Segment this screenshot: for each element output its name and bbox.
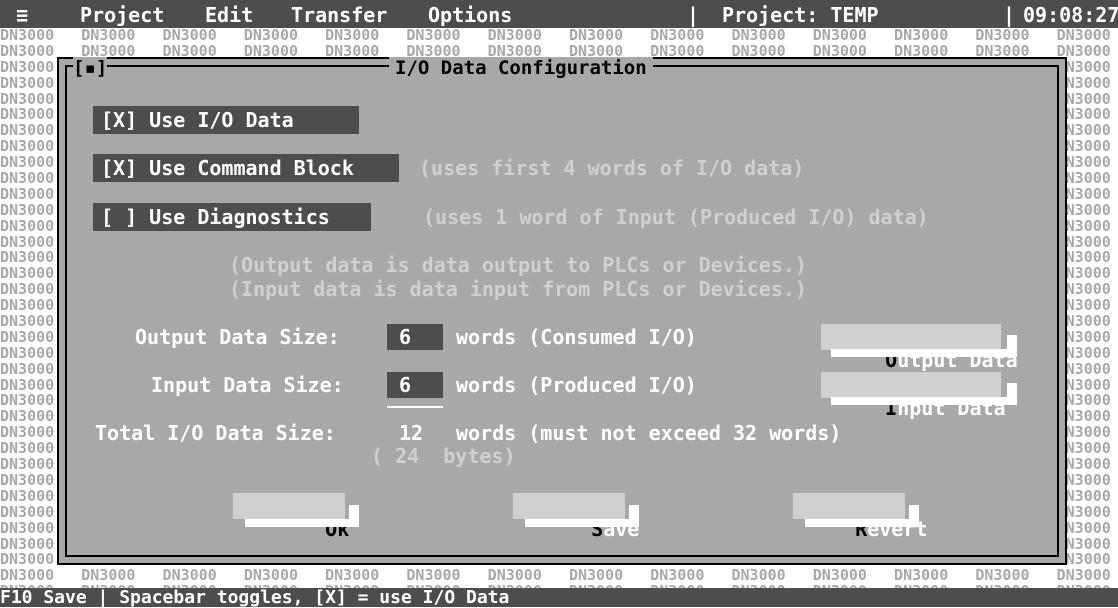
input-size-label: Input Data Size: (151, 373, 344, 397)
input-size-units: words (Produced I/O) (456, 373, 697, 397)
dialog-title: I/O Data Configuration (389, 57, 653, 79)
menubar-separator-2: | (1003, 3, 1016, 27)
input-data-button-shadow-bottom (831, 397, 1017, 405)
info-line-output: (Output data is data output to PLCs or D… (229, 253, 807, 277)
info-line-input: (Input data is data input from PLCs or D… (229, 277, 807, 301)
clock: 09:08:27 (1023, 3, 1118, 27)
menu-project[interactable]: Project (80, 3, 164, 27)
use-command-block-checkbox[interactable]: [X] Use Command Block (93, 154, 399, 182)
ok-button-shadow-bottom (245, 519, 359, 527)
menu-options[interactable]: Options (428, 3, 512, 27)
input-size-cursor (387, 406, 443, 408)
revert-button[interactable]: Revert (793, 493, 927, 541)
menu-edit[interactable]: Edit (205, 3, 253, 27)
diagnostics-note: (uses 1 word of Input (Produced I/O) dat… (423, 205, 929, 229)
io-config-dialog: [▪] I/O Data Configuration [X] Use I/O D… (57, 57, 1067, 565)
input-size-field[interactable]: 6 (387, 372, 443, 398)
output-size-units: words (Consumed I/O) (456, 325, 697, 349)
total-size-units: words (must not exceed 32 words) (456, 421, 842, 445)
use-io-data-checkbox[interactable]: [X] Use I/O Data (93, 106, 359, 134)
output-size-label: Output Data Size: (135, 325, 340, 349)
input-data-button[interactable]: Input Data (821, 372, 1006, 420)
output-size-field[interactable]: 6 (387, 324, 443, 350)
project-label: Project: TEMP (722, 3, 879, 27)
menubar-separator: | (687, 3, 700, 27)
dialog-frame (65, 65, 1059, 557)
output-data-button[interactable]: Output Data (821, 324, 1018, 372)
command-block-note: (uses first 4 words of I/O data) (419, 156, 805, 180)
menu-transfer[interactable]: Transfer (291, 3, 387, 27)
close-icon[interactable]: [▪] (73, 57, 108, 79)
output-data-button-shadow-bottom (831, 349, 1017, 357)
save-button-shadow-bottom (525, 519, 639, 527)
save-button[interactable]: Save (513, 493, 639, 541)
total-size-label: Total I/O Data Size: (95, 421, 336, 445)
total-size-value: 12 (399, 421, 424, 445)
revert-button-shadow-bottom (805, 519, 919, 527)
ok-button[interactable]: Ok (233, 493, 349, 541)
status-bar: F10 Save | Spacebar toggles, [X] = use I… (0, 588, 1118, 607)
menu-bar: ≡ Project Edit Transfer Options | Projec… (0, 0, 1118, 28)
system-menu-icon[interactable]: ≡ (16, 3, 28, 27)
use-diagnostics-checkbox[interactable]: [ ] Use Diagnostics (93, 203, 371, 231)
total-size-bytes: ( 24 bytes) (371, 444, 516, 468)
